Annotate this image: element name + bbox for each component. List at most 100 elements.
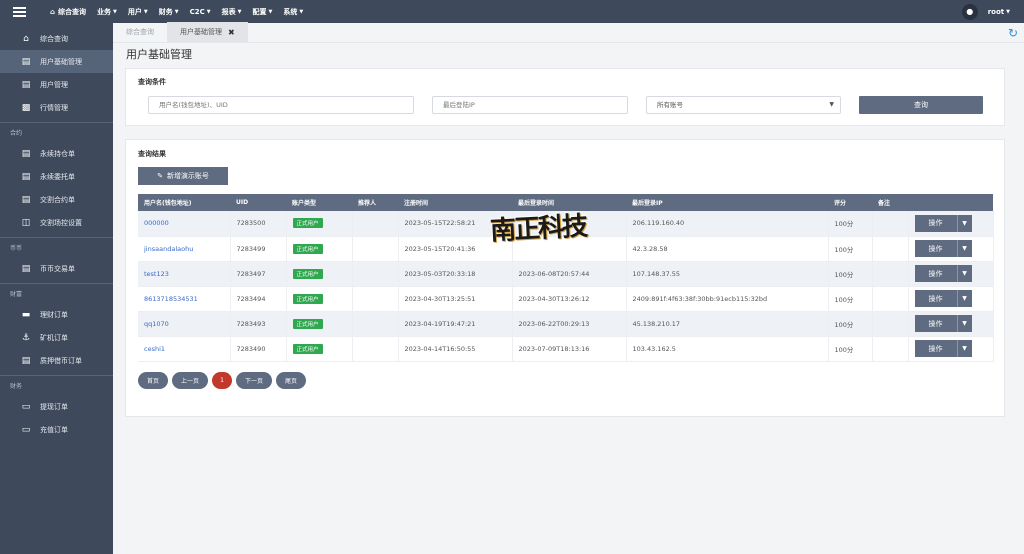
action-dropdown: 操作 ▼: [914, 290, 972, 307]
username-link[interactable]: jinsaandalaohu: [138, 236, 231, 262]
action-button[interactable]: 操作: [914, 340, 958, 357]
sidebar-item-user-manage[interactable]: ▤ 用户管理: [0, 73, 113, 96]
sidebar-item-deposit-order[interactable]: ▭ 充值订单: [0, 418, 113, 441]
sidebar: ⌂ 综合查询 ▤ 用户基础管理 ▤ 用户管理 ▩ 行情管理 合约 ▤ 永续持仓单 ▤ 永续委…: [0, 23, 113, 554]
sidebar-item-delivery-control[interactable]: ◫ 交割场控设置: [0, 211, 113, 234]
action-button[interactable]: 操作: [914, 240, 958, 257]
caret-down-icon: ▼: [268, 8, 273, 15]
sidebar-item-miner-order[interactable]: ⚓ 矿机订单: [0, 326, 113, 349]
username-link[interactable]: qq1070: [138, 311, 231, 337]
last-login-cell: 2023-06-22T00:29:13: [512, 311, 627, 337]
caret-down-icon: ▼: [174, 8, 179, 15]
sidebar-item-wealth-order[interactable]: ▬ 理财订单: [0, 303, 113, 326]
table-row: qq1070 7283493 正式用户 2023-04-19T19:47:21 …: [138, 311, 994, 337]
sidebar-item-perpetual-position[interactable]: ▤ 永续持仓单: [0, 142, 113, 165]
last-login-ip-input[interactable]: [432, 96, 628, 114]
user-area: ● root ▼: [961, 0, 1010, 23]
sidebar-item-delivery-contract[interactable]: ▤ 交割合约单: [0, 188, 113, 211]
user-card-icon: ▤: [21, 56, 31, 67]
username-link[interactable]: 000000: [138, 211, 231, 237]
action-button[interactable]: 操作: [914, 315, 958, 332]
uid-cell: 7283497: [230, 261, 287, 287]
topnav-item-finance[interactable]: 财务 ▼: [159, 7, 179, 17]
sidebar-group-finance: 财务: [0, 375, 113, 395]
sidebar-item-perpetual-order[interactable]: ▤ 永续委托单: [0, 165, 113, 188]
caret-down-icon[interactable]: ▼: [957, 290, 972, 307]
top-bar: ⌂ 综合查询 业务 ▼ 用户 ▼ 财务 ▼ C2C ▼ 报表 ▼ 配置 ▼ 系统 ▼ ● roo…: [0, 0, 1024, 23]
topnav-item-config[interactable]: 配置 ▼: [252, 7, 272, 17]
col-uid[interactable]: UID: [230, 194, 286, 211]
chat-icon[interactable]: ●: [961, 3, 978, 20]
last-page-button[interactable]: 尾页: [276, 372, 307, 389]
sidebar-item-pledge-order[interactable]: ▤ 质押借币订单: [0, 349, 113, 372]
sidebar-item-overview[interactable]: ⌂ 综合查询: [0, 27, 113, 50]
col-score[interactable]: 评分: [828, 194, 872, 211]
referrer-cell: [352, 211, 399, 237]
tab-user-basic[interactable]: 用户基础管理 ✖: [167, 22, 248, 42]
query-button[interactable]: 查询: [859, 96, 983, 114]
refresh-icon[interactable]: ↻: [1008, 26, 1018, 40]
action-button[interactable]: 操作: [914, 265, 958, 282]
caret-down-icon: ▼: [113, 8, 117, 15]
topnav-item-business[interactable]: 业务 ▼: [97, 7, 117, 17]
caret-down-icon[interactable]: ▼: [957, 340, 972, 357]
action-button[interactable]: 操作: [914, 214, 958, 232]
user-menu[interactable]: root ▼: [988, 8, 1010, 16]
document-icon: ▤: [21, 194, 31, 205]
topnav-item-users[interactable]: 用户 ▼: [128, 7, 148, 17]
current-page-button[interactable]: 1: [212, 372, 233, 389]
col-referrer[interactable]: 推荐人: [352, 194, 398, 211]
topnav-item-reports[interactable]: 报表 ▼: [222, 7, 242, 17]
caret-down-icon: ▼: [143, 8, 148, 15]
close-icon[interactable]: ✖: [228, 28, 235, 37]
caret-down-icon: ▼: [206, 8, 211, 15]
columns-icon: ◫: [21, 217, 31, 228]
actions-cell: 操作 ▼: [908, 311, 994, 337]
referrer-cell: [352, 336, 399, 362]
add-demo-account-button[interactable]: ✎ 新增演示账号: [138, 167, 228, 185]
col-register-time[interactable]: 注册时间: [398, 194, 512, 211]
type-cell: 正式用户: [286, 286, 353, 312]
sidebar-item-user-basic[interactable]: ▤ 用户基础管理: [0, 50, 113, 73]
status-badge: 正式用户: [292, 343, 323, 354]
username-search-input[interactable]: [148, 96, 414, 114]
col-last-ip[interactable]: 最后登录IP: [626, 194, 828, 211]
caret-down-icon[interactable]: ▼: [957, 315, 972, 332]
topnav-item-overview[interactable]: ⌂ 综合查询: [50, 7, 86, 17]
bar-chart-icon: ▩: [21, 102, 31, 113]
username-link[interactable]: ceshi1: [138, 336, 231, 362]
sidebar-item-coin-trade[interactable]: ▤ 币币交易单: [0, 257, 113, 280]
chevron-down-icon: ▼: [829, 101, 834, 108]
main-content: 综合查询 用户基础管理✖ ↻ 用户基础管理 查询条件 所有账号▼ 查询 查询结果…: [113, 22, 1024, 554]
folder-icon: ▬: [21, 309, 31, 320]
referrer-cell: [352, 286, 399, 312]
watermark-logo: 南正科技: [489, 211, 587, 247]
top-nav: ⌂ 综合查询 业务 ▼ 用户 ▼ 财务 ▼ C2C ▼ 报表 ▼ 配置 ▼ 系统 ▼: [50, 7, 314, 17]
col-note[interactable]: 备注: [872, 194, 908, 211]
col-username[interactable]: 用户名(钱包地址): [138, 194, 230, 211]
status-badge: 正式用户: [292, 243, 323, 254]
caret-down-icon[interactable]: ▼: [957, 214, 972, 232]
caret-down-icon[interactable]: ▼: [957, 265, 972, 282]
username-link[interactable]: test123: [138, 261, 231, 287]
caret-down-icon[interactable]: ▼: [957, 240, 972, 257]
type-cell: 正式用户: [286, 336, 353, 362]
next-page-button[interactable]: 下一页: [236, 372, 273, 389]
sidebar-item-market[interactable]: ▩ 行情管理: [0, 96, 113, 119]
register-time-cell: 2023-04-14T16:50:55: [398, 336, 513, 362]
first-page-button[interactable]: 首页: [138, 372, 169, 389]
prev-page-button[interactable]: 上一页: [172, 372, 209, 389]
topnav-item-system[interactable]: 系统 ▼: [283, 7, 303, 17]
card-icon: ▭: [21, 424, 31, 435]
tab-overview[interactable]: 综合查询: [113, 22, 167, 42]
topnav-item-c2c[interactable]: C2C ▼: [190, 8, 211, 16]
action-dropdown: 操作 ▼: [914, 315, 972, 332]
sidebar-item-withdraw-order[interactable]: ▭ 提现订单: [0, 395, 113, 418]
document-icon: ▤: [21, 171, 31, 182]
col-account-type[interactable]: 账户类型: [286, 194, 352, 211]
menu-toggle-icon[interactable]: [0, 0, 38, 23]
account-type-select[interactable]: 所有账号 ▼: [646, 96, 841, 114]
action-button[interactable]: 操作: [914, 290, 958, 307]
username-link[interactable]: 8613718534531: [138, 286, 231, 312]
status-badge: 正式用户: [292, 218, 323, 229]
